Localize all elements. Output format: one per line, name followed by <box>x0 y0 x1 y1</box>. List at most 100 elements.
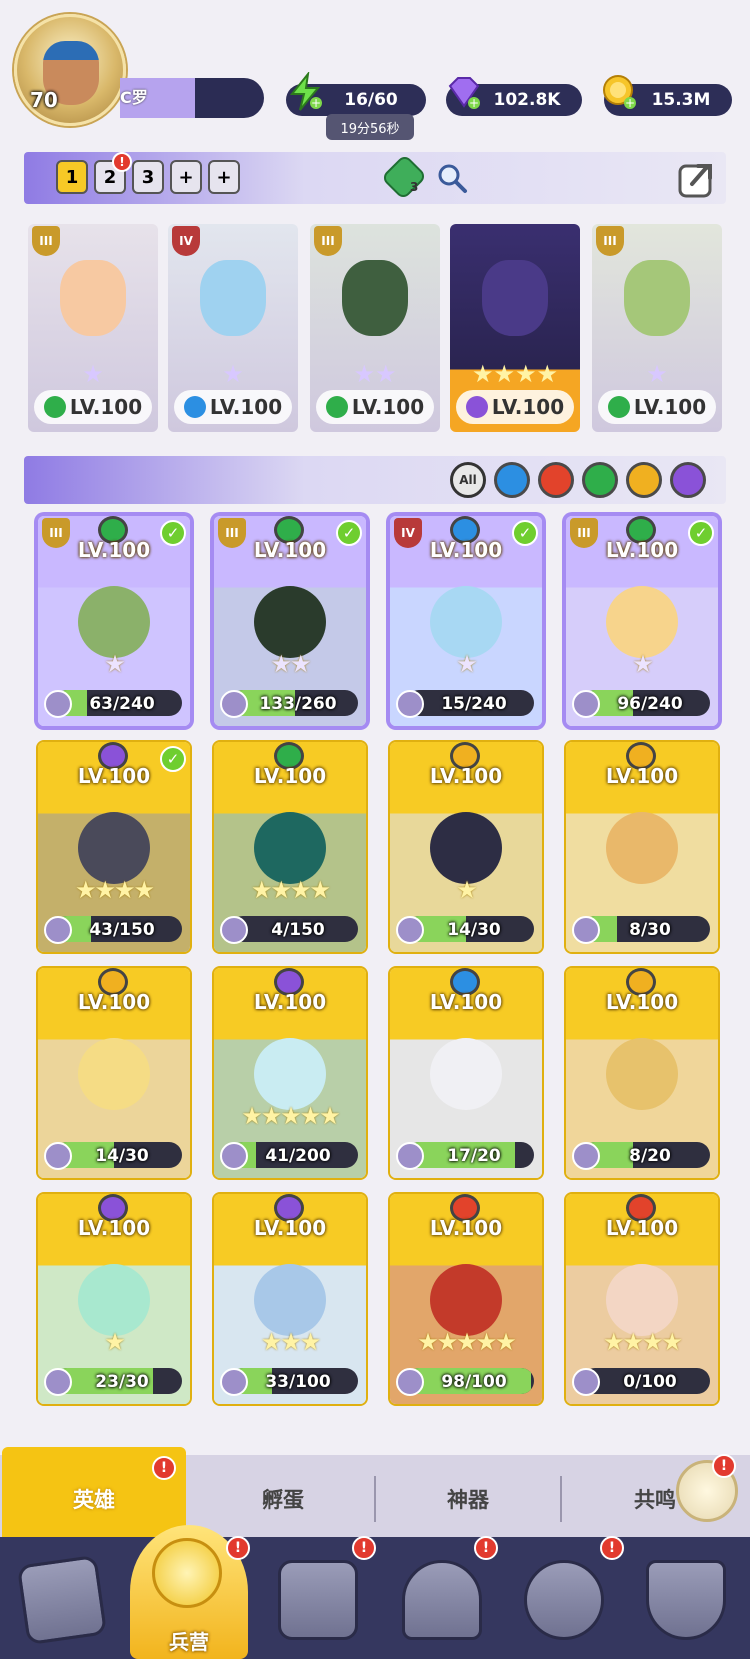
team-hero-card[interactable]: III ★ LV.100 <box>592 224 722 432</box>
hero-portrait <box>78 586 150 658</box>
team-hero-card[interactable]: ★★★★ LV.100 <box>450 224 580 432</box>
nav-guild-banner-icon[interactable] <box>646 1560 726 1640</box>
hero-level: LV.100 <box>605 538 679 562</box>
hero-level: LV.100 <box>77 764 151 788</box>
hero-portrait <box>430 1264 502 1336</box>
hero-card[interactable]: LV.100 ★ 23/30 <box>38 1194 190 1404</box>
hero-level: LV.100 <box>253 1216 327 1240</box>
hero-portrait <box>254 586 326 658</box>
dark-element-icon <box>465 396 488 418</box>
hero-portrait <box>200 260 266 336</box>
nav-cards-icon[interactable] <box>16 1554 108 1646</box>
resonance-badge: ! <box>712 1454 736 1478</box>
hero-portrait <box>430 812 502 884</box>
hero-card[interactable]: ✓ LV.100 ★★★★ 43/150 <box>38 742 190 952</box>
hero-card[interactable]: III ✓ LV.100 ★★ 133/260 <box>214 516 366 726</box>
fragment-count: 0/100 <box>623 1372 677 1392</box>
gold-value: 15.3M <box>651 90 711 110</box>
team-tab-add-2[interactable]: + <box>208 160 240 194</box>
hero-card[interactable]: LV.100 ★★★★ 0/100 <box>566 1194 718 1404</box>
gold-coin-icon: + <box>603 75 636 110</box>
hero-level: LV.100 <box>77 538 151 562</box>
hero-card[interactable]: LV.100 ★★★ 33/100 <box>214 1194 366 1404</box>
hero-portrait <box>606 586 678 658</box>
tab-hatch[interactable]: 孵蛋 <box>190 1470 376 1528</box>
star-rating: ★★★★ <box>471 360 559 388</box>
nav-map-icon[interactable] <box>278 1560 358 1640</box>
hero-level: LV.100 <box>429 538 503 562</box>
team-tab-3[interactable]: 3 <box>132 160 164 194</box>
player-level: 70 <box>30 88 58 112</box>
level-pill: LV.100 <box>316 390 434 424</box>
hero-portrait <box>60 260 126 336</box>
wind-element-icon <box>607 396 630 418</box>
hero-portrait <box>78 1264 150 1336</box>
filter-light-icon[interactable] <box>626 462 662 498</box>
star-rating: ★ <box>646 360 668 388</box>
fragment-count: 63/240 <box>89 694 155 714</box>
gems-value: 102.8K <box>493 90 561 110</box>
hero-card[interactable]: LV.100 8/20 <box>566 968 718 1178</box>
nav-castle-icon[interactable] <box>402 1560 482 1640</box>
hero-card[interactable]: LV.100 17/20 <box>390 968 542 1178</box>
team-tab-label: + <box>178 166 194 188</box>
hero-card[interactable]: LV.100 8/30 <box>566 742 718 952</box>
wind-element-icon <box>325 396 348 418</box>
hero-level: LV.100 <box>429 990 503 1014</box>
star-rating: ★★★ <box>260 1328 322 1356</box>
team-tab-2-badge: ! <box>112 152 132 172</box>
hero-card[interactable]: IV ✓ LV.100 ★ 15/240 <box>390 516 542 726</box>
star-rating: ★★ <box>353 360 397 388</box>
team-tab-label: 3 <box>141 166 155 188</box>
hero-card[interactable]: LV.100 ★★★★★ 41/200 <box>214 968 366 1178</box>
filter-wind-icon[interactable] <box>582 462 618 498</box>
level-pill: LV.100 <box>174 390 292 424</box>
hero-level: LV.100 <box>605 764 679 788</box>
magnifier-icon[interactable] <box>436 162 468 194</box>
fragment-count: 17/20 <box>447 1146 501 1166</box>
fragment-count: 43/150 <box>89 920 155 940</box>
hero-level: LV.100 <box>253 538 327 562</box>
hero-card[interactable]: III ✓ LV.100 ★ 96/240 <box>566 516 718 726</box>
filter-all[interactable]: All <box>450 462 486 498</box>
hero-card[interactable]: LV.100 ★ 14/30 <box>390 742 542 952</box>
star-rating: ★ <box>456 876 478 904</box>
hero-portrait <box>606 1264 678 1336</box>
player-name: C罗 <box>120 88 148 107</box>
hero-card[interactable]: LV.100 14/30 <box>38 968 190 1178</box>
level-text: LV.100 <box>491 395 565 419</box>
fragment-count: 14/30 <box>95 1146 149 1166</box>
fragment-count: 96/240 <box>617 694 683 714</box>
hero-portrait <box>606 812 678 884</box>
team-hero-card[interactable]: IV ★ LV.100 <box>168 224 298 432</box>
bottom-nav <box>0 1537 750 1659</box>
tab-artifact[interactable]: 神器 <box>376 1470 560 1528</box>
filter-dark-icon[interactable] <box>670 462 706 498</box>
filter-fire-icon[interactable] <box>538 462 574 498</box>
team-tab-1[interactable]: 1 <box>56 160 88 194</box>
nav-mushroom-badge: ! <box>600 1536 624 1560</box>
team-hero-card[interactable]: III ★ LV.100 <box>28 224 158 432</box>
hero-portrait <box>254 812 326 884</box>
fragment-count: 4/150 <box>271 920 325 940</box>
share-icon[interactable] <box>676 156 720 200</box>
filter-water-icon[interactable] <box>494 462 530 498</box>
svg-text:+: + <box>311 96 321 110</box>
hero-card[interactable]: LV.100 ★★★★★ 98/100 <box>390 1194 542 1404</box>
hero-portrait <box>482 260 548 336</box>
team-element-count: 3 <box>410 180 419 194</box>
level-text: LV.100 <box>351 395 425 419</box>
hero-portrait <box>342 260 408 336</box>
team-tab-add-1[interactable]: + <box>170 160 202 194</box>
nav-mushroom-icon[interactable] <box>524 1560 604 1640</box>
level-text: LV.100 <box>69 395 143 419</box>
hero-portrait <box>430 586 502 658</box>
team-hero-card[interactable]: III ★★ LV.100 <box>310 224 440 432</box>
fragment-count: 23/30 <box>95 1372 149 1392</box>
level-pill: LV.100 <box>456 390 574 424</box>
hero-portrait <box>78 1038 150 1110</box>
star-rating: ★ <box>104 1328 126 1356</box>
hero-card[interactable]: III ✓ LV.100 ★ 63/240 <box>38 516 190 726</box>
star-rating: ★★★★ <box>250 876 331 904</box>
hero-card[interactable]: LV.100 ★★★★ 4/150 <box>214 742 366 952</box>
